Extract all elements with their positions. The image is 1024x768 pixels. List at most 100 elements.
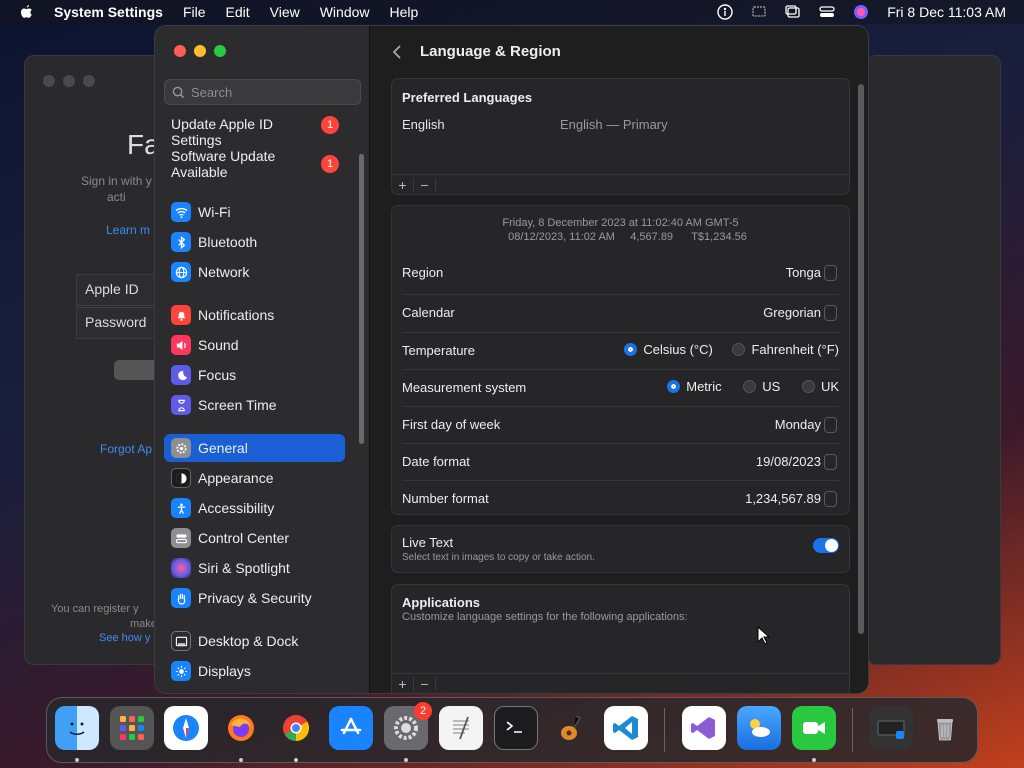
first-day-label: First day of week	[402, 417, 501, 432]
format-preview: Friday, 8 December 2023 at 11:02:40 AM G…	[392, 216, 849, 244]
stage-manager-icon[interactable]	[785, 4, 801, 20]
safari-icon[interactable]	[164, 706, 208, 750]
visual-studio-icon[interactable]	[682, 706, 726, 750]
sidebar-item-notifications[interactable]: Notifications	[164, 301, 345, 329]
terminal-icon[interactable]	[494, 706, 538, 750]
live-text-card: Live Text Select text in images to copy …	[391, 525, 850, 573]
forgot-link[interactable]: Forgot Ap	[100, 442, 152, 456]
update-apple-id-item[interactable]: Update Apple ID Settings	[171, 116, 321, 148]
accessibility-status-icon[interactable]	[717, 4, 733, 20]
menu-help[interactable]: Help	[390, 4, 419, 20]
password-field[interactable]: Password	[76, 307, 166, 339]
app-store-icon[interactable]	[329, 706, 373, 750]
add-application-button[interactable]: +	[392, 676, 414, 691]
zoom-button[interactable]	[214, 45, 226, 57]
chrome-icon[interactable]	[274, 706, 318, 750]
menu-edit[interactable]: Edit	[226, 4, 250, 20]
sidebar-item-bluetooth[interactable]: Bluetooth	[164, 228, 345, 256]
date-format-value[interactable]: 19/08/2023	[756, 454, 821, 469]
bluetooth-icon	[171, 232, 191, 252]
apple-logo-icon[interactable]	[18, 4, 34, 20]
celsius-radio[interactable]: Celsius (°C)	[624, 342, 713, 357]
region-label: Region	[402, 265, 444, 280]
region-value[interactable]: Tonga	[786, 265, 821, 280]
first-day-value[interactable]: Monday	[775, 417, 821, 432]
weather-icon[interactable]	[737, 706, 781, 750]
apple-id-field[interactable]: Apple ID	[76, 274, 166, 306]
menubar-clock[interactable]: Fri 8 Dec 11:03 AM	[887, 4, 1006, 20]
window-controls	[174, 45, 226, 57]
region-row[interactable]: Region Tonga	[392, 254, 849, 291]
minimize-button[interactable]	[194, 45, 206, 57]
finder-icon[interactable]	[55, 706, 99, 750]
sidebar-item-focus[interactable]: Focus	[164, 361, 345, 389]
chevron-up-down-icon[interactable]	[824, 490, 837, 507]
sidebar-item-siri-spotlight[interactable]: Siri & Spotlight	[164, 554, 345, 582]
sidebar-item-accessibility[interactable]: Accessibility	[164, 494, 345, 522]
sidebar-item-sound[interactable]: Sound	[164, 331, 345, 359]
bell-icon	[171, 305, 191, 325]
metric-radio[interactable]: Metric	[667, 379, 722, 394]
chevron-up-down-icon[interactable]	[824, 264, 837, 281]
remove-language-button[interactable]: −	[414, 177, 436, 192]
menu-app-name[interactable]: System Settings	[54, 4, 163, 20]
facetime-icon[interactable]	[792, 706, 836, 750]
sidebar-item-general[interactable]: General	[164, 434, 345, 462]
remove-application-button[interactable]: −	[414, 676, 436, 691]
fahrenheit-radio[interactable]: Fahrenheit (°F)	[732, 342, 839, 357]
close-button[interactable]	[174, 45, 186, 57]
hand-icon	[171, 588, 191, 608]
see-how-link[interactable]: See how y	[99, 632, 150, 644]
sidebar-item-appearance[interactable]: Appearance	[164, 464, 345, 492]
sidebar-item-privacy-security[interactable]: Privacy & Security	[164, 584, 345, 612]
chevron-up-down-icon[interactable]	[824, 453, 837, 470]
firefox-icon[interactable]	[219, 706, 263, 750]
chevron-up-down-icon[interactable]	[824, 416, 837, 433]
launchpad-icon[interactable]	[110, 706, 154, 750]
screen-mirroring-icon[interactable]	[751, 4, 767, 20]
first-day-row[interactable]: First day of week Monday	[392, 406, 849, 443]
search-input[interactable]	[191, 84, 351, 100]
live-text-toggle[interactable]	[813, 538, 839, 553]
sidebar-item-desktop-dock[interactable]: Desktop & Dock	[164, 627, 345, 655]
sidebar-item-label: Siri & Spotlight	[198, 560, 290, 576]
celsius-label: Celsius (°C)	[643, 342, 713, 357]
calendar-row[interactable]: Calendar Gregorian	[392, 294, 849, 331]
control-center-menubar-icon[interactable]	[819, 4, 835, 20]
search-box[interactable]	[164, 79, 361, 105]
sidebar-item-label: Bluetooth	[198, 234, 258, 250]
menu-window[interactable]: Window	[320, 4, 370, 20]
content-scrollbar[interactable]	[858, 84, 864, 634]
siri-icon[interactable]	[853, 4, 869, 20]
add-language-button[interactable]: +	[392, 177, 414, 192]
sun-icon	[171, 661, 191, 681]
language-row[interactable]: English English — Primary	[392, 117, 849, 137]
us-radio[interactable]: US	[743, 379, 780, 394]
textedit-icon[interactable]	[439, 706, 483, 750]
preview-number: 4,567.89	[630, 231, 674, 243]
uk-radio[interactable]: UK	[801, 379, 839, 394]
menu-file[interactable]: File	[183, 4, 206, 20]
chevron-up-down-icon[interactable]	[824, 304, 837, 321]
sidebar-item-wifi[interactable]: Wi-Fi	[164, 198, 345, 226]
date-format-row[interactable]: Date format 19/08/2023	[392, 443, 849, 480]
learn-more-link[interactable]: Learn m	[106, 223, 150, 237]
software-update-item[interactable]: Software Update Available	[171, 148, 321, 180]
calendar-value[interactable]: Gregorian	[763, 305, 821, 320]
sidebar-item-displays[interactable]: Displays	[164, 657, 345, 685]
sidebar-item-screen-time[interactable]: Screen Time	[164, 391, 345, 419]
number-format-row[interactable]: Number format 1,234,567.89	[392, 480, 849, 517]
garageband-icon[interactable]	[549, 706, 593, 750]
number-format-value[interactable]: 1,234,567.89	[745, 491, 821, 506]
back-chevron-icon[interactable]	[389, 43, 405, 61]
sidebar-scrollbar[interactable]	[359, 154, 364, 444]
menu-view[interactable]: View	[270, 4, 300, 20]
applications-card: Applications Customize language settings…	[391, 584, 850, 693]
minimized-window-icon[interactable]	[869, 706, 913, 750]
content-pane: Language & Region Preferred Languages En…	[371, 26, 868, 693]
update-apple-id-badge: 1	[321, 116, 339, 134]
sidebar-item-control-center[interactable]: Control Center	[164, 524, 345, 552]
vscode-icon[interactable]	[604, 706, 648, 750]
sidebar-item-network[interactable]: Network	[164, 258, 345, 286]
trash-icon[interactable]	[923, 706, 967, 750]
